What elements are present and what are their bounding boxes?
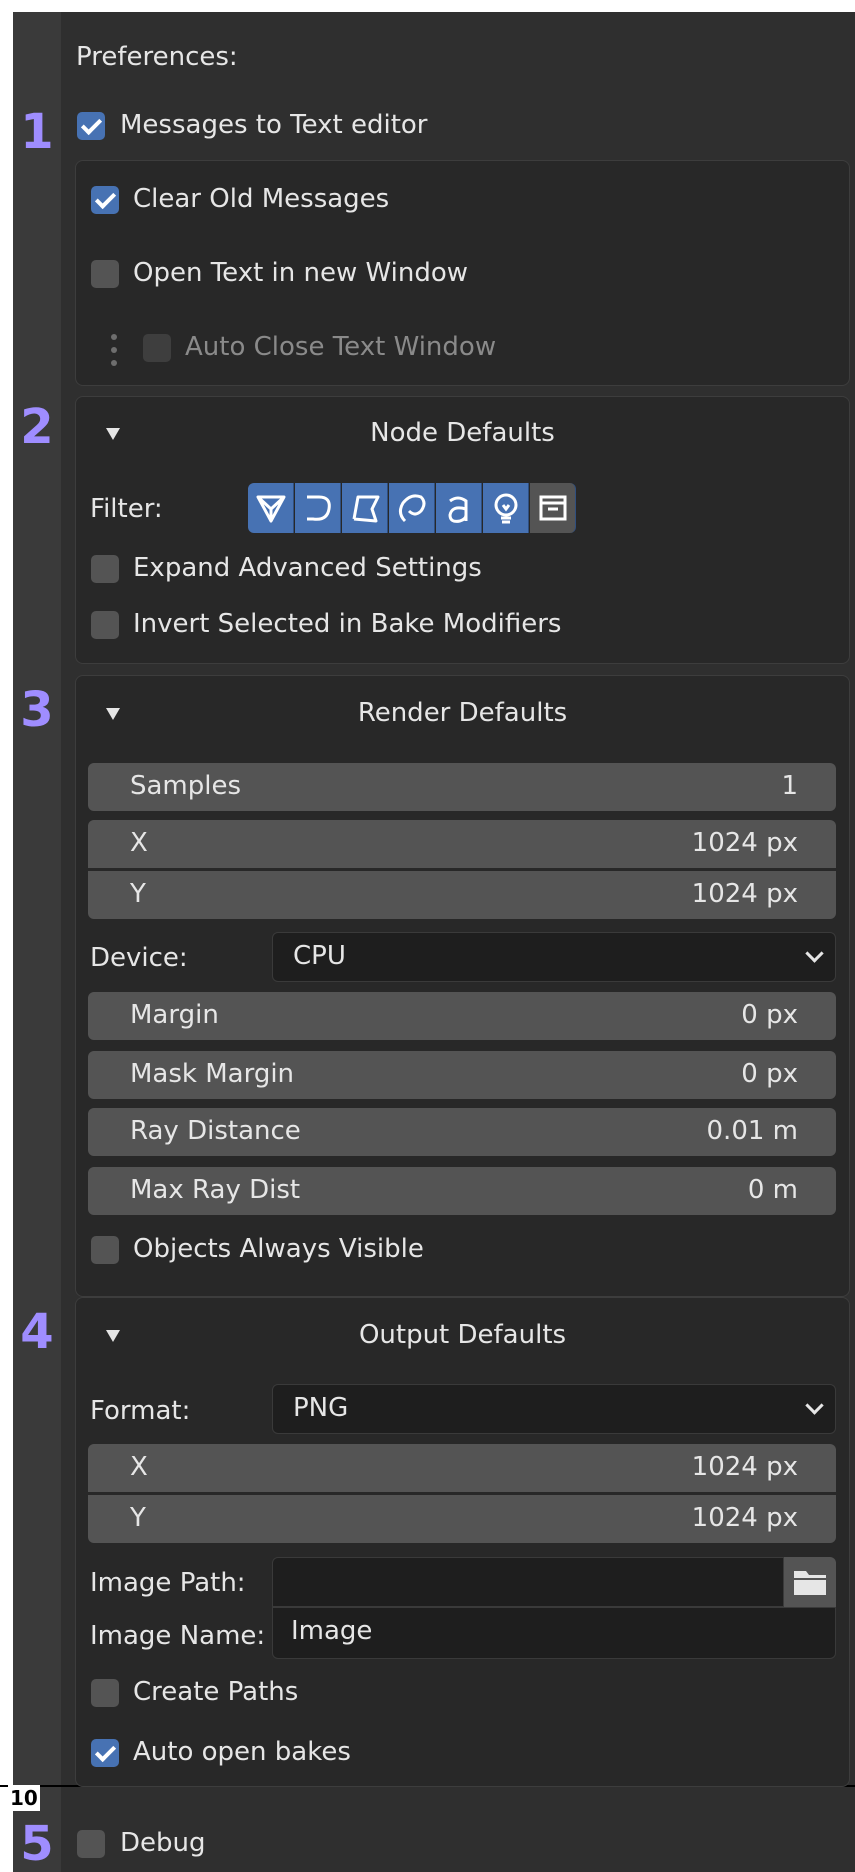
auto-close-text-window-label[interactable]: Auto Close Text Window (185, 332, 496, 362)
filter-archive-button[interactable] (530, 483, 576, 533)
margin-value: 0 px (741, 1000, 798, 1030)
output-x-field[interactable]: X 1024 px (88, 1444, 836, 1492)
render-x-value: 1024 px (691, 828, 798, 858)
top-edge (757, 0, 855, 12)
filter-font-button[interactable] (436, 483, 482, 533)
objects-always-visible-checkbox[interactable] (91, 1236, 119, 1264)
annotation-3: 3 (20, 682, 54, 738)
auto-open-bakes-label[interactable]: Auto open bakes (133, 1737, 351, 1767)
image-name-label: Image Name: (90, 1621, 266, 1651)
format-value: PNG (293, 1393, 349, 1423)
filter-curve-button[interactable] (295, 483, 341, 533)
output-y-label: Y (130, 1503, 146, 1533)
drag-handle-icon (111, 334, 117, 368)
invert-selected-label[interactable]: Invert Selected in Bake Modifiers (133, 609, 561, 639)
device-value: CPU (293, 941, 346, 971)
filter-surface-button[interactable] (342, 483, 388, 533)
render-y-field[interactable]: Y 1024 px (88, 871, 836, 919)
surface-icon (352, 495, 380, 523)
annotation-1: 1 (20, 104, 54, 160)
left-gutter (13, 12, 61, 1872)
open-text-new-window-label[interactable]: Open Text in new Window (133, 258, 468, 288)
device-select[interactable]: CPU (272, 932, 836, 982)
annotation-5: 5 (20, 1816, 54, 1872)
mask-margin-label: Mask Margin (130, 1059, 295, 1089)
render-x-label: X (130, 828, 148, 858)
output-y-value: 1024 px (691, 1503, 798, 1533)
filter-light-button[interactable] (483, 483, 529, 533)
mask-margin-field[interactable]: Mask Margin 0 px (88, 1051, 836, 1099)
format-select[interactable]: PNG (272, 1384, 836, 1434)
chevron-down-icon (805, 944, 824, 963)
margin-label: Margin (130, 1000, 219, 1030)
light-icon (494, 493, 518, 524)
messages-to-text-editor-label[interactable]: Messages to Text editor (120, 110, 428, 140)
output-defaults-title[interactable]: Output Defaults (75, 1320, 850, 1350)
debug-checkbox[interactable] (77, 1830, 105, 1858)
margin-field[interactable]: Margin 0 px (88, 992, 836, 1040)
max-ray-dist-label: Max Ray Dist (130, 1175, 301, 1205)
expand-advanced-checkbox[interactable] (91, 555, 119, 583)
ray-distance-field[interactable]: Ray Distance 0.01 m (88, 1108, 836, 1156)
output-x-value: 1024 px (691, 1452, 798, 1482)
meta-icon (398, 494, 426, 523)
create-paths-label[interactable]: Create Paths (133, 1677, 298, 1707)
render-defaults-title[interactable]: Render Defaults (75, 698, 850, 728)
auto-open-bakes-checkbox[interactable] (91, 1739, 119, 1767)
image-name-input[interactable]: Image (272, 1607, 836, 1659)
max-ray-dist-value: 0 m (747, 1175, 798, 1205)
max-ray-dist-field[interactable]: Max Ray Dist 0 m (88, 1167, 836, 1215)
create-paths-checkbox[interactable] (91, 1679, 119, 1707)
curve-icon (307, 495, 331, 521)
format-label: Format: (90, 1396, 191, 1426)
output-x-label: X (130, 1452, 148, 1482)
folder-icon (794, 1571, 826, 1595)
chevron-down-icon (805, 1396, 824, 1415)
auto-close-text-window-checkbox[interactable] (143, 334, 171, 362)
image-path-input[interactable] (272, 1557, 784, 1607)
node-defaults-title[interactable]: Node Defaults (75, 418, 850, 448)
debug-label[interactable]: Debug (120, 1828, 206, 1858)
render-y-value: 1024 px (691, 879, 798, 909)
samples-value: 1 (781, 771, 798, 801)
output-y-field[interactable]: Y 1024 px (88, 1495, 836, 1543)
browse-folder-button[interactable] (784, 1557, 836, 1607)
archive-icon (539, 495, 567, 521)
mesh-icon (256, 495, 286, 523)
mask-margin-value: 0 px (741, 1059, 798, 1089)
image-name-value: Image (291, 1616, 373, 1646)
preferences-title: Preferences: (76, 42, 238, 72)
annotation-4: 4 (20, 1304, 54, 1360)
image-path-label: Image Path: (90, 1568, 246, 1598)
clear-old-messages-label[interactable]: Clear Old Messages (133, 184, 389, 214)
render-y-label: Y (130, 879, 146, 909)
ray-distance-label: Ray Distance (130, 1116, 301, 1146)
ray-distance-value: 0.01 m (706, 1116, 798, 1146)
annotation-2: 2 (20, 399, 54, 455)
messages-to-text-editor-checkbox[interactable] (77, 112, 105, 140)
filter-label: Filter: (90, 494, 163, 524)
expand-advanced-label[interactable]: Expand Advanced Settings (133, 553, 482, 583)
font-icon (448, 496, 468, 523)
device-label: Device: (90, 943, 188, 973)
samples-label: Samples (130, 771, 242, 801)
open-text-new-window-checkbox[interactable] (91, 260, 119, 288)
annotation-10: 10 (8, 1785, 40, 1811)
filter-meta-button[interactable] (389, 483, 435, 533)
clear-old-messages-checkbox[interactable] (91, 186, 119, 214)
invert-selected-checkbox[interactable] (91, 611, 119, 639)
filter-mesh-button[interactable] (248, 483, 294, 533)
render-x-field[interactable]: X 1024 px (88, 820, 836, 868)
objects-always-visible-label[interactable]: Objects Always Visible (133, 1234, 424, 1264)
samples-field[interactable]: Samples 1 (88, 763, 836, 811)
